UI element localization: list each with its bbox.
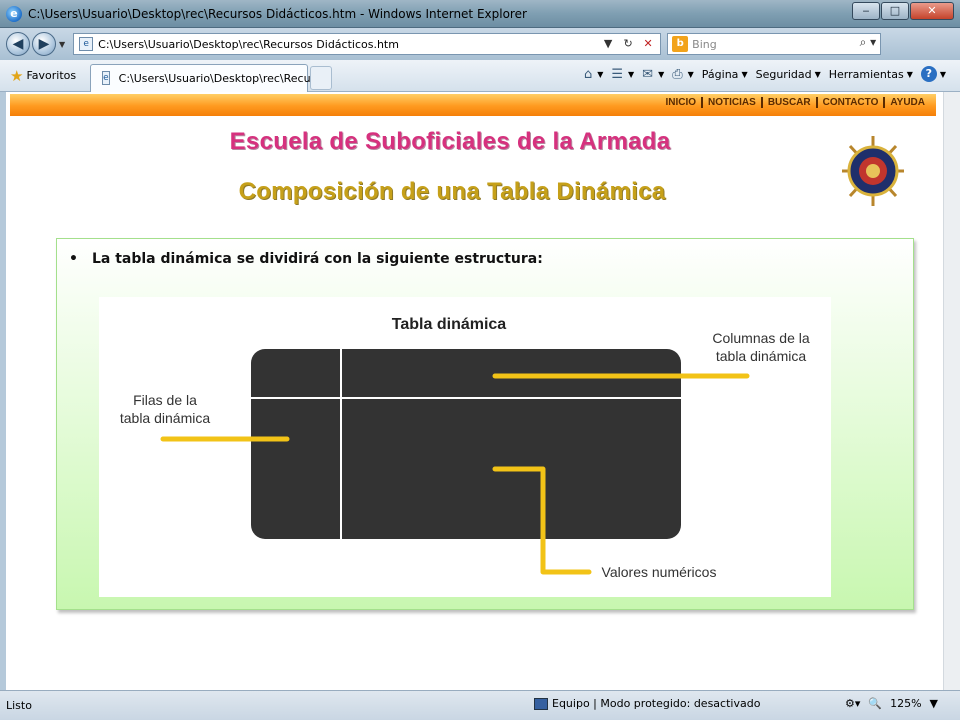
favorites-bar: ★ Favoritos e C:\Users\Usuario\Desktop\r…	[0, 60, 960, 92]
title-bar: e C:\Users\Usuario\Desktop\rec\Recursos …	[0, 0, 960, 28]
page-icon: e	[79, 37, 94, 51]
home-button[interactable]: ⌂ ▼	[584, 67, 603, 82]
window-title: C:\Users\Usuario\Desktop\rec\Recursos Di…	[28, 6, 527, 21]
vertical-scrollbar[interactable]	[943, 92, 960, 690]
star-icon: ★	[10, 66, 24, 85]
feeds-button[interactable]: ☰ ▼	[611, 67, 634, 82]
columns-label-1: Columnas de la	[712, 330, 809, 346]
site-header-strip: INICIO NOTICIAS BUSCAR CONTACTO AYUDA	[10, 94, 936, 116]
columns-label-2: tabla dinámica	[716, 348, 806, 364]
nav-inicio[interactable]: INICIO	[660, 97, 701, 108]
site-nav: INICIO NOTICIAS BUSCAR CONTACTO AYUDA	[660, 97, 930, 108]
help-button[interactable]: ? ▼	[920, 66, 946, 82]
bullet-text: La tabla dinámica se dividirá con la sig…	[91, 251, 543, 267]
bullet-item: • La tabla dinámica se dividirá con la si…	[69, 251, 543, 267]
zoom-level[interactable]: 125%	[890, 697, 921, 710]
zoom-icon[interactable]: 🔍	[868, 697, 882, 710]
security-zone[interactable]: Equipo | Modo protegido: desactivado	[534, 697, 760, 710]
bullet-dot: •	[69, 251, 78, 267]
stop-icon[interactable]: ✕	[638, 35, 658, 53]
nav-ayuda[interactable]: AYUDA	[883, 97, 930, 108]
pivot-table-diagram: Tabla dinámica Columnas de la tabla diná…	[99, 297, 831, 597]
rows-label-1: Filas de la	[133, 392, 197, 408]
zoom-dropdown-icon[interactable]: ▼	[930, 697, 938, 710]
security-zone-text: Equipo | Modo protegido: desactivado	[552, 697, 761, 710]
page-subtitle: Composición de una Tabla Dinámica	[238, 178, 666, 205]
nav-noticias[interactable]: NOTICIAS	[701, 97, 761, 108]
rows-label-2: tabla dinámica	[120, 410, 210, 426]
recent-pages-dropdown-icon[interactable]: ▼	[59, 40, 65, 49]
printer-icon: ⎙	[672, 66, 683, 82]
tools-menu[interactable]: Herramientas ▼	[829, 68, 913, 81]
address-toolbar: ◀ ▶ ▼ e C:\Users\Usuario\Desktop\rec\Rec…	[0, 28, 960, 60]
url-text[interactable]: C:\Users\Usuario\Desktop\rec\Recursos Di…	[98, 38, 399, 51]
values-label: Valores numéricos	[602, 564, 717, 580]
home-icon: ⌂	[583, 66, 593, 82]
security-menu[interactable]: Seguridad ▼	[756, 68, 821, 81]
close-button[interactable]: ✕	[910, 2, 954, 20]
favorites-label: Favoritos	[26, 69, 77, 82]
command-bar: ⌂ ▼ ☰ ▼ ✉ ▼ ⎙ ▼ Página ▼ Seguridad ▼ Herramien…	[576, 66, 946, 82]
window-controls: ‒ □ ✕	[851, 2, 954, 20]
search-field[interactable]: b Bing ⌕ ▾	[667, 33, 882, 55]
rss-icon: ☰	[611, 66, 624, 82]
internet-explorer-icon: e	[6, 5, 22, 22]
page-viewport: INICIO NOTICIAS BUSCAR CONTACTO AYUDA Es…	[0, 92, 960, 690]
favorites-button[interactable]: ★ Favoritos	[10, 67, 76, 85]
search-icon[interactable]: ⌕ ▾	[860, 35, 877, 50]
url-field[interactable]: e C:\Users\Usuario\Desktop\rec\Recursos …	[73, 33, 662, 55]
search-placeholder[interactable]: Bing	[692, 38, 717, 51]
new-tab-button[interactable]	[310, 65, 333, 90]
maximize-button[interactable]: □	[881, 2, 909, 20]
tab-title: C:\Users\Usuario\Desktop\rec\Recurs...	[118, 71, 332, 85]
minimize-button[interactable]: ‒	[852, 2, 880, 20]
school-emblem-logo	[842, 136, 904, 206]
status-bar: Listo Equipo | Modo protegido: desactiva…	[0, 690, 960, 720]
tools-menu-label: Herramientas	[828, 67, 904, 81]
mail-icon: ✉	[642, 66, 654, 82]
nav-buscar[interactable]: BUSCAR	[760, 97, 816, 108]
print-button[interactable]: ⎙ ▼	[672, 67, 694, 82]
status-tools: ⚙▾ 🔍 125% ▼	[837, 697, 938, 710]
security-menu-label: Seguridad	[755, 67, 812, 81]
status-text: Listo	[6, 699, 32, 712]
page-menu-label: Página	[701, 67, 739, 81]
nav-contacto[interactable]: CONTACTO	[815, 97, 884, 108]
content-panel: • La tabla dinámica se dividirá con la si…	[56, 238, 914, 610]
url-tools: ▼ ↻ ✕	[598, 35, 658, 53]
add-ons-icon[interactable]: ⚙▾	[845, 697, 860, 710]
back-button[interactable]: ◀	[6, 32, 30, 56]
computer-zone-icon	[534, 697, 548, 710]
diagram-heading: Tabla dinámica	[392, 316, 507, 333]
school-title: Escuela de Suboficiales de la Armada	[229, 128, 671, 155]
bing-icon: b	[672, 36, 689, 52]
pivot-diagram-svg: Tabla dinámica Columnas de la tabla diná…	[120, 316, 810, 580]
browser-tab[interactable]: e C:\Users\Usuario\Desktop\rec\Recurs...	[90, 63, 331, 92]
tab-page-icon: e	[102, 71, 110, 85]
page-menu[interactable]: Página ▼	[702, 68, 748, 81]
refresh-icon[interactable]: ↻	[618, 35, 638, 53]
help-icon: ?	[920, 66, 937, 82]
mail-button[interactable]: ✉ ▼	[642, 67, 664, 82]
forward-button[interactable]: ▶	[32, 32, 56, 56]
url-dropdown-icon[interactable]: ▼	[598, 35, 618, 53]
